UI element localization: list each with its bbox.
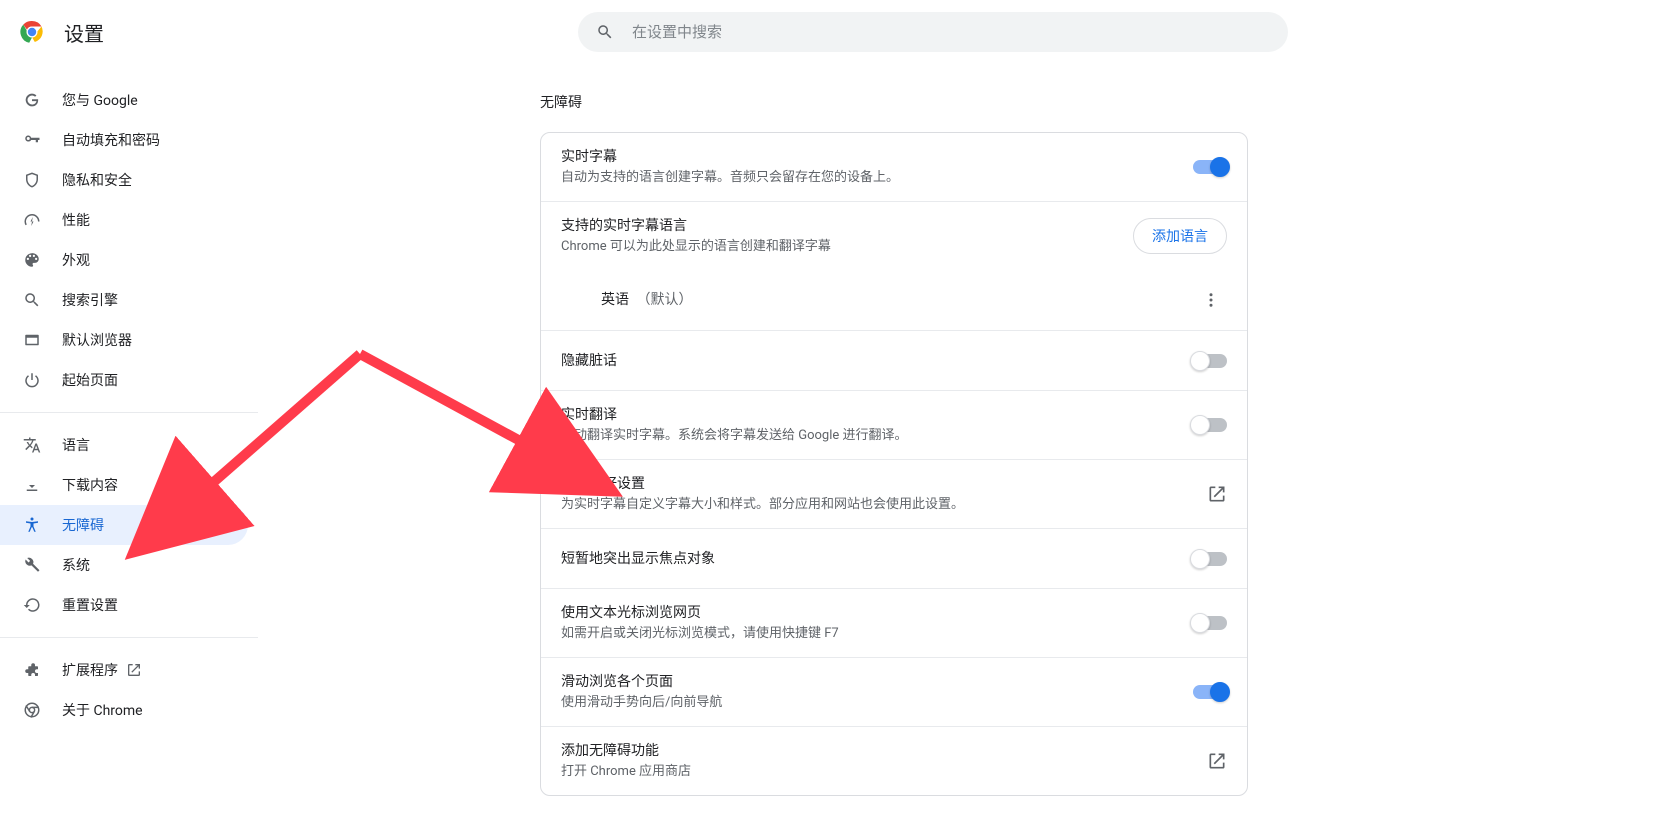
sidebar-item-appearance[interactable]: 外观 (0, 240, 248, 280)
language-name: 英语 (601, 292, 629, 308)
section-title: 无障碍 (540, 92, 1660, 112)
language-more-button[interactable] (1195, 284, 1227, 316)
row-subtitle: 如需开启或关闭光标浏览模式，请使用快捷键 F7 (561, 625, 1177, 643)
sidebar-item-label: 性能 (62, 210, 90, 230)
row-title: 实时翻译 (561, 405, 1177, 425)
sidebar-item-label: 关于 Chrome (62, 700, 143, 720)
hide-profanity-toggle[interactable] (1193, 354, 1227, 368)
sidebar: 您与 Google 自动填充和密码 隐私和安全 性能 (0, 64, 258, 840)
row-title: 短暂地突出显示焦点对象 (561, 549, 1177, 569)
row-subtitle: 自动为支持的语言创建字幕。音频只会留存在您的设备上。 (561, 169, 1177, 187)
key-icon (22, 130, 42, 150)
row-subtitle: 使用滑动手势向后/向前导航 (561, 694, 1177, 712)
accessibility-icon (22, 515, 42, 535)
row-focus-highlight: 短暂地突出显示焦点对象 (541, 528, 1247, 588)
download-icon (22, 475, 42, 495)
focus-highlight-toggle[interactable] (1193, 552, 1227, 566)
search-box[interactable] (578, 12, 1288, 52)
main-panel: 无障碍 实时字幕 自动为支持的语言创建字幕。音频只会留存在您的设备上。 支持的实… (258, 64, 1660, 840)
language-default-note: （默认） (636, 292, 692, 308)
caret-browsing-toggle[interactable] (1193, 616, 1227, 630)
row-caret-browsing: 使用文本光标浏览网页 如需开启或关闭光标浏览模式，请使用快捷键 F7 (541, 588, 1247, 657)
shield-icon (22, 170, 42, 190)
live-translate-toggle[interactable] (1193, 418, 1227, 432)
row-caption-languages: 支持的实时字幕语言 Chrome 可以为此处显示的语言创建和翻译字幕 添加语言 (541, 201, 1247, 270)
row-live-caption: 实时字幕 自动为支持的语言创建字幕。音频只会留存在您的设备上。 (541, 133, 1247, 201)
sidebar-item-about-chrome[interactable]: 关于 Chrome (0, 690, 248, 730)
row-add-accessibility[interactable]: 添加无障碍功能 打开 Chrome 应用商店 (541, 726, 1247, 795)
row-caption-preferences[interactable]: 字幕偏好设置 为实时字幕自定义字幕大小和样式。部分应用和网站也会使用此设置。 (541, 459, 1247, 528)
topbar: 设置 (0, 0, 1660, 64)
sidebar-item-label: 重置设置 (62, 595, 118, 615)
sidebar-item-language[interactable]: 语言 (0, 425, 248, 465)
row-title: 隐藏脏话 (561, 351, 1177, 371)
sidebar-item-label: 默认浏览器 (62, 330, 132, 350)
search-icon (22, 290, 42, 310)
sidebar-item-extensions[interactable]: 扩展程序 (0, 650, 248, 690)
row-title: 支持的实时字幕语言 (561, 216, 1117, 236)
power-icon (22, 370, 42, 390)
row-title: 字幕偏好设置 (561, 474, 1191, 494)
sidebar-item-label: 无障碍 (62, 515, 104, 535)
sidebar-item-label: 下载内容 (62, 475, 118, 495)
extension-icon (22, 660, 42, 680)
chrome-outline-icon (22, 700, 42, 720)
row-subtitle: Chrome 可以为此处显示的语言创建和翻译字幕 (561, 238, 1117, 256)
sidebar-item-system[interactable]: 系统 (0, 545, 248, 585)
row-swipe-navigation: 滑动浏览各个页面 使用滑动手势向后/向前导航 (541, 657, 1247, 726)
settings-card: 实时字幕 自动为支持的语言创建字幕。音频只会留存在您的设备上。 支持的实时字幕语… (540, 132, 1248, 796)
sidebar-divider (0, 637, 258, 638)
google-g-icon (22, 90, 42, 110)
row-subtitle: 打开 Chrome 应用商店 (561, 763, 1191, 781)
search-icon (596, 23, 614, 41)
speedometer-icon (22, 210, 42, 230)
swipe-navigation-toggle[interactable] (1193, 685, 1227, 699)
row-hide-profanity: 隐藏脏话 (541, 330, 1247, 390)
sidebar-item-label: 自动填充和密码 (62, 130, 160, 150)
sidebar-item-label: 隐私和安全 (62, 170, 132, 190)
sidebar-item-privacy[interactable]: 隐私和安全 (0, 160, 248, 200)
window-icon (22, 330, 42, 350)
wrench-icon (22, 555, 42, 575)
sidebar-item-label: 扩展程序 (62, 660, 118, 680)
row-title: 实时字幕 (561, 147, 1177, 167)
sidebar-item-search-engine[interactable]: 搜索引擎 (0, 280, 248, 320)
sidebar-item-downloads[interactable]: 下载内容 (0, 465, 248, 505)
open-external-icon (1207, 484, 1227, 504)
app-title: 设置 (64, 18, 104, 47)
open-external-icon (1207, 751, 1227, 771)
sidebar-item-accessibility[interactable]: 无障碍 (0, 505, 248, 545)
row-live-translate: 实时翻译 自动翻译实时字幕。系统会将字幕发送给 Google 进行翻译。 (541, 390, 1247, 459)
live-caption-toggle[interactable] (1193, 160, 1227, 174)
sidebar-item-performance[interactable]: 性能 (0, 200, 248, 240)
row-title: 添加无障碍功能 (561, 741, 1191, 761)
sidebar-item-label: 您与 Google (62, 90, 138, 110)
sidebar-item-reset[interactable]: 重置设置 (0, 585, 248, 625)
sidebar-item-label: 搜索引擎 (62, 290, 118, 310)
search-input[interactable] (630, 23, 1270, 42)
sidebar-item-label: 语言 (62, 435, 90, 455)
restore-icon (22, 595, 42, 615)
row-title: 滑动浏览各个页面 (561, 672, 1177, 692)
row-title: 使用文本光标浏览网页 (561, 603, 1177, 623)
row-subtitle: 为实时字幕自定义字幕大小和样式。部分应用和网站也会使用此设置。 (561, 496, 1191, 514)
sidebar-item-label: 系统 (62, 555, 90, 575)
chrome-logo-icon (20, 20, 44, 44)
sidebar-item-startup[interactable]: 起始页面 (0, 360, 248, 400)
palette-icon (22, 250, 42, 270)
translate-icon (22, 435, 42, 455)
add-language-button[interactable]: 添加语言 (1133, 218, 1227, 254)
row-language-item: 英语 （默认） (541, 270, 1247, 330)
row-subtitle: 自动翻译实时字幕。系统会将字幕发送给 Google 进行翻译。 (561, 427, 1177, 445)
sidebar-item-default-browser[interactable]: 默认浏览器 (0, 320, 248, 360)
open-external-icon (126, 662, 142, 678)
sidebar-item-autofill[interactable]: 自动填充和密码 (0, 120, 248, 160)
sidebar-item-label: 外观 (62, 250, 90, 270)
sidebar-item-label: 起始页面 (62, 370, 118, 390)
sidebar-item-you-and-google[interactable]: 您与 Google (0, 80, 248, 120)
sidebar-divider (0, 412, 258, 413)
